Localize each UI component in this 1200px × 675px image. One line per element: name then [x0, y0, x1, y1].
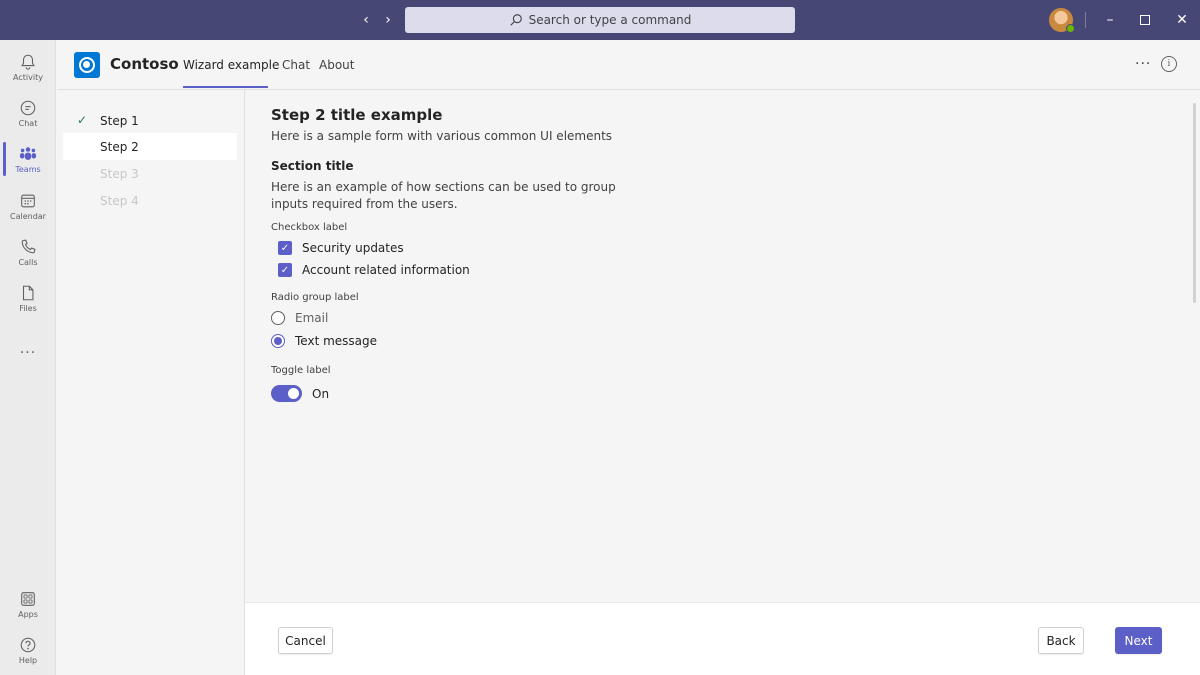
- toggle-switch[interactable]: On: [271, 385, 329, 402]
- tab-chat[interactable]: Chat: [282, 58, 310, 72]
- radio-selected-icon: [271, 334, 285, 348]
- section-title: Section title: [271, 159, 354, 173]
- checkbox-group-label: Checkbox label: [271, 222, 348, 233]
- rail-item-label: Files: [19, 303, 37, 313]
- maximize-icon[interactable]: [1135, 10, 1155, 30]
- minimize-icon[interactable]: –: [1100, 10, 1120, 30]
- teams-icon: [19, 146, 37, 160]
- info-icon[interactable]: i: [1161, 56, 1177, 72]
- search-input[interactable]: Search or type a command: [405, 7, 795, 33]
- rail-item-label: Chat: [18, 118, 38, 128]
- section-description: Here is an example of how sections can b…: [271, 180, 616, 211]
- page-subtitle: Here is a sample form with various commo…: [271, 129, 613, 143]
- checkbox-checked-icon: ✓: [278, 263, 292, 277]
- rail-item-files[interactable]: Files: [0, 275, 56, 321]
- checkbox-label: Security updates: [302, 241, 404, 255]
- rail-item-label: Help: [18, 655, 38, 665]
- radio-group-label: Radio group label: [271, 292, 359, 303]
- rail-item-calls[interactable]: Calls: [0, 229, 56, 275]
- rail-item-activity[interactable]: Activity: [0, 44, 56, 90]
- step-label: Step 2: [100, 139, 139, 154]
- search-placeholder: Search or type a command: [528, 13, 692, 27]
- app-rail: Activity Chat Teams Calendar Calls Files…: [0, 40, 56, 675]
- rail-item-chat[interactable]: Chat: [0, 90, 56, 136]
- active-tab-indicator: [183, 86, 268, 88]
- rail-item-label: Activity: [13, 72, 43, 82]
- rail-item-label: Teams: [15, 164, 41, 174]
- calendar-icon: [21, 194, 35, 207]
- scrollbar[interactable]: [1193, 103, 1196, 303]
- back-arrow-icon[interactable]: ‹: [358, 10, 374, 30]
- titlebar-divider: [1085, 12, 1086, 28]
- radio-label: Email: [295, 311, 329, 325]
- tab-about[interactable]: About: [319, 58, 354, 72]
- radio-unselected-icon: [271, 311, 285, 325]
- checkbox-account-info[interactable]: ✓ Account related information: [278, 263, 470, 277]
- toggle-on-icon: [271, 385, 302, 402]
- rail-item-apps[interactable]: Apps: [0, 581, 56, 627]
- presence-available-icon: [1066, 24, 1075, 33]
- next-button[interactable]: Next: [1115, 627, 1162, 654]
- apps-icon: [21, 591, 35, 606]
- rail-item-calendar[interactable]: Calendar: [0, 183, 56, 229]
- checkbox-label: Account related information: [302, 263, 470, 277]
- phone-icon: [21, 239, 36, 253]
- close-icon[interactable]: ✕: [1172, 10, 1192, 30]
- rail-item-label: Apps: [18, 609, 38, 619]
- title-bar: ‹ › Search or type a command – ✕: [0, 0, 1200, 40]
- step-4: Step 4: [63, 187, 237, 214]
- checkbox-checked-icon: ✓: [278, 241, 292, 255]
- toggle-label: Toggle label: [271, 365, 331, 376]
- radio-email[interactable]: Email: [271, 311, 328, 325]
- checkmark-icon: ✓: [77, 113, 88, 127]
- rail-item-teams[interactable]: Teams: [0, 136, 56, 182]
- file-icon: [22, 285, 34, 300]
- page-title: Step 2 title example: [271, 106, 443, 124]
- rail-item-label: Calls: [18, 257, 38, 267]
- back-button[interactable]: Back: [1038, 627, 1084, 654]
- search-icon: [509, 14, 522, 26]
- step-2[interactable]: Step 2: [63, 133, 237, 160]
- radio-text-message[interactable]: Text message: [271, 334, 377, 348]
- cancel-button[interactable]: Cancel: [278, 627, 333, 654]
- more-apps-button[interactable]: ...: [0, 326, 56, 372]
- rail-item-label: Calendar: [10, 211, 46, 221]
- step-label: Step 3: [100, 166, 139, 181]
- history-nav: ‹ ›: [358, 10, 396, 30]
- checkbox-security-updates[interactable]: ✓ Security updates: [278, 241, 404, 255]
- forward-arrow-icon[interactable]: ›: [380, 10, 396, 30]
- help-icon: [20, 637, 36, 652]
- bell-icon: [21, 54, 35, 70]
- tab-wizard-example[interactable]: Wizard example: [183, 58, 279, 72]
- radio-label: Text message: [295, 334, 378, 348]
- more-options-button[interactable]: ···: [1135, 56, 1151, 72]
- wizard-steps: ✓ Step 1 Step 2 Step 3 Step 4: [57, 90, 245, 675]
- app-name: Contoso: [110, 55, 179, 73]
- step-3: Step 3: [63, 160, 237, 187]
- contoso-logo-icon: [74, 52, 100, 78]
- rail-item-help[interactable]: Help: [0, 627, 56, 673]
- step-1[interactable]: ✓ Step 1: [63, 107, 237, 134]
- chat-icon: [20, 100, 36, 115]
- wizard-footer: Cancel Back Next: [245, 602, 1200, 675]
- step-label: Step 1: [100, 113, 139, 128]
- more-dots-icon: ...: [19, 341, 37, 357]
- wizard-content: [245, 90, 1200, 602]
- toggle-value: On: [312, 386, 330, 401]
- step-label: Step 4: [100, 193, 139, 208]
- app-header: Contoso Wizard example Chat About ··· i: [57, 40, 1200, 90]
